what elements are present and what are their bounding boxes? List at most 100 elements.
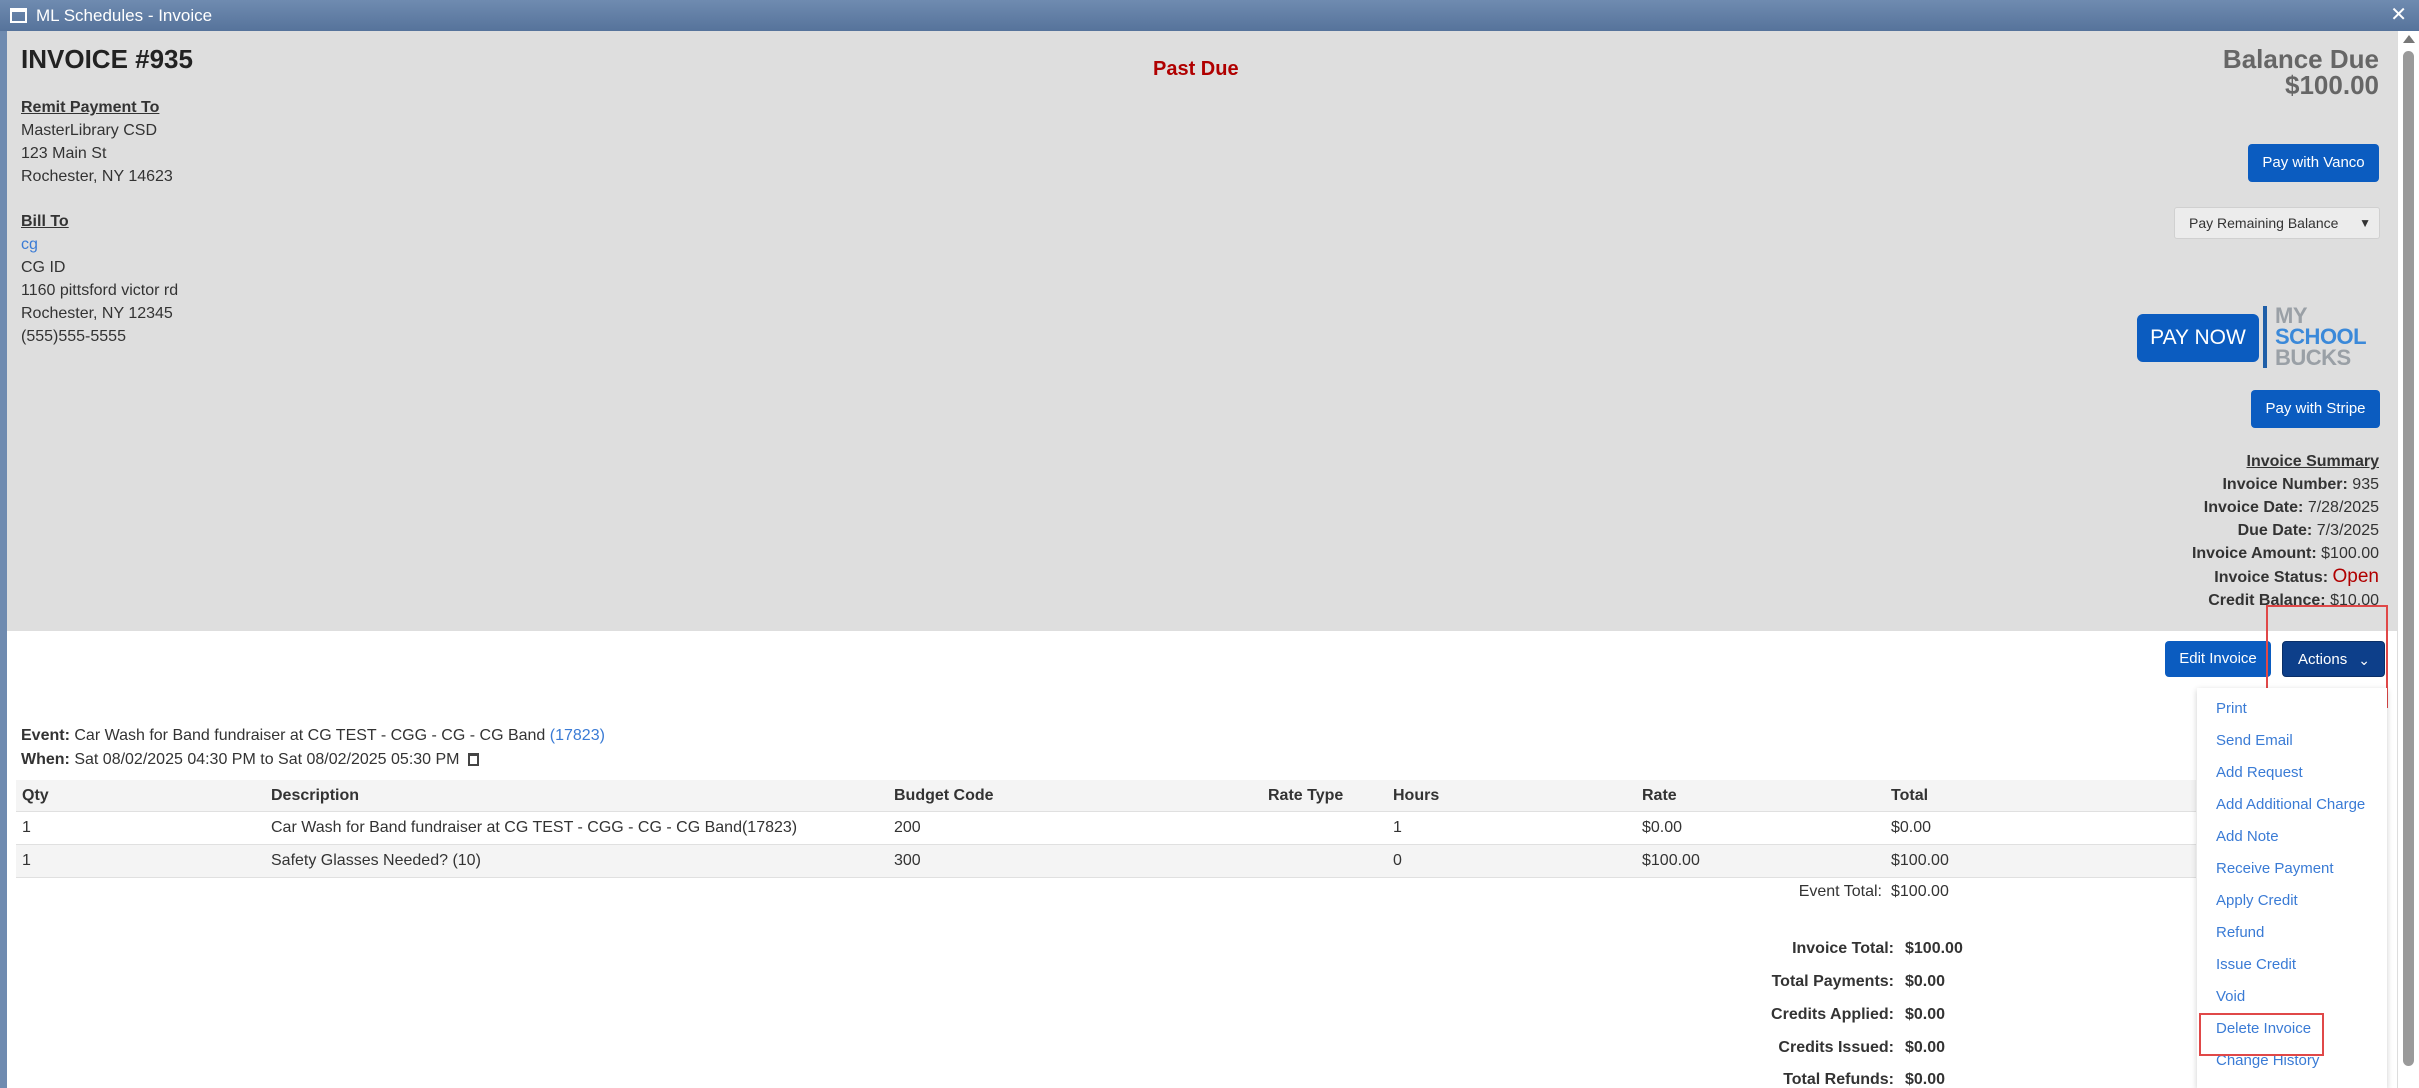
- due-date-value: 7/3/2025: [2316, 522, 2379, 539]
- bill-to-line: 1160 pittsford victor rd: [21, 282, 179, 299]
- bill-to-header: Bill To: [21, 213, 69, 230]
- column-header: Rate: [1642, 787, 1677, 804]
- bill-to-address: Bill To cg CG ID 1160 pittsford victor r…: [21, 210, 178, 348]
- totals-label: Credits Applied:: [1771, 1006, 1894, 1023]
- totals-row: Credits Applied: $0.00: [0, 1006, 2000, 1030]
- table-cell: 1: [1393, 819, 1402, 836]
- chevron-down-icon: ▼: [2359, 216, 2371, 230]
- pay-now-button[interactable]: PAY NOW: [2137, 314, 2259, 362]
- invoice-number-value: 935: [2352, 476, 2379, 493]
- totals-row: Credits Issued: $0.00: [0, 1039, 2000, 1063]
- table-cell: $0.00: [1891, 819, 1932, 836]
- trash-icon[interactable]: [467, 753, 479, 766]
- table-cell: 1: [22, 852, 31, 869]
- table-cell: Car Wash for Band fundraiser at CG TEST …: [271, 819, 798, 836]
- highlight-box-delete-invoice: [2199, 1013, 2324, 1056]
- pay-with-vanco-button[interactable]: Pay with Vanco: [2248, 144, 2379, 182]
- invoice-title: INVOICE #935: [21, 44, 193, 74]
- event-id-link[interactable]: (17823): [550, 727, 605, 744]
- logo-text-my: MY: [2275, 303, 2308, 328]
- totals-row: Total Refunds: $0.00: [0, 1071, 2000, 1088]
- menu-item-add-note[interactable]: Add Note: [2216, 828, 2279, 845]
- invoice-number-row: Invoice Number: 935: [2192, 473, 2379, 496]
- remit-line: 123 Main St: [21, 145, 107, 162]
- event-label: Event:: [21, 727, 70, 744]
- totals-row: Total Payments: $0.00: [0, 973, 2000, 997]
- table-cell: 1: [22, 819, 31, 836]
- column-header: Description: [271, 787, 360, 804]
- bill-to-line: Rochester, NY 12345: [21, 305, 173, 322]
- invoice-summary: Invoice Summary Invoice Number: 935 Invo…: [2192, 450, 2379, 612]
- remit-address: Remit Payment To MasterLibrary CSD 123 M…: [21, 96, 173, 188]
- menu-item-add-request[interactable]: Add Request: [2216, 764, 2303, 781]
- bill-to-name-link[interactable]: cg: [21, 233, 178, 256]
- invoice-number-label: Invoice Number:: [2222, 476, 2348, 493]
- menu-item-send-email[interactable]: Send Email: [2216, 732, 2293, 749]
- myschoolbucks-logo: MY SCHOOL BUCKS: [2263, 303, 2382, 370]
- event-total-label: Event Total:: [1798, 883, 1882, 900]
- menu-item-refund[interactable]: Refund: [2216, 924, 2264, 941]
- scrollbar-thumb[interactable]: [2403, 51, 2414, 1066]
- invoice-header-panel: [7, 31, 2397, 631]
- totals-row: Invoice Total: $100.00: [0, 940, 2000, 964]
- window-icon: [10, 8, 27, 23]
- invoice-amount-row: Invoice Amount: $100.00: [2192, 542, 2379, 565]
- window-frame-left: [0, 31, 7, 1088]
- invoice-amount-value: $100.00: [2321, 545, 2379, 562]
- totals-label: Total Refunds:: [1783, 1071, 1894, 1088]
- payment-amount-select-value: Pay Remaining Balance: [2189, 215, 2339, 231]
- menu-item-add-additional-charge[interactable]: Add Additional Charge: [2216, 796, 2365, 813]
- event-total-row: Event Total: $100.00: [0, 883, 2000, 907]
- table-row: 1 Car Wash for Band fundraiser at CG TES…: [16, 812, 2196, 845]
- table-cell: 0: [1393, 852, 1402, 869]
- when-text: Sat 08/02/2025 04:30 PM to Sat 08/02/202…: [74, 751, 460, 768]
- table-cell: $0.00: [1642, 819, 1683, 836]
- due-date-label: Due Date:: [2237, 522, 2313, 539]
- payment-amount-select[interactable]: Pay Remaining Balance ▼: [2174, 207, 2380, 239]
- event-total-value: $100.00: [1891, 883, 1949, 900]
- window-titlebar: ML Schedules - Invoice ✕: [0, 0, 2419, 31]
- table-row: 1 Safety Glasses Needed? (10) 300 0 $100…: [16, 845, 2196, 878]
- when-line: When: Sat 08/02/2025 04:30 PM to Sat 08/…: [21, 751, 479, 769]
- totals-label: Invoice Total:: [1792, 940, 1894, 957]
- menu-item-void[interactable]: Void: [2216, 988, 2245, 1005]
- invoice-amount-label: Invoice Amount:: [2191, 545, 2317, 562]
- invoice-status-row: Invoice Status: Open: [2192, 565, 2379, 589]
- totals-value: $0.00: [1905, 973, 1946, 990]
- totals-value: $0.00: [1905, 1039, 1946, 1056]
- table-cell: $100.00: [1891, 852, 1949, 869]
- invoice-status-value: Open: [2332, 566, 2379, 587]
- logo-text-bucks: BUCKS: [2275, 345, 2351, 370]
- close-icon[interactable]: ✕: [2390, 0, 2407, 31]
- edit-invoice-button[interactable]: Edit Invoice: [2165, 641, 2271, 677]
- totals-label: Credits Issued:: [1778, 1039, 1894, 1056]
- remit-line: MasterLibrary CSD: [21, 122, 158, 139]
- table-cell: 200: [894, 819, 921, 836]
- window-title: ML Schedules - Invoice: [36, 6, 213, 25]
- menu-item-issue-credit[interactable]: Issue Credit: [2216, 956, 2296, 973]
- menu-item-print[interactable]: Print: [2216, 700, 2247, 717]
- menu-item-receive-payment[interactable]: Receive Payment: [2216, 860, 2334, 877]
- table-cell: Safety Glasses Needed? (10): [271, 852, 481, 869]
- column-header: Total: [1891, 787, 1929, 804]
- menu-item-apply-credit[interactable]: Apply Credit: [2216, 892, 2298, 909]
- event-text: Car Wash for Band fundraiser at CG TEST …: [74, 727, 546, 744]
- table-cell: 300: [894, 852, 921, 869]
- remit-header: Remit Payment To: [21, 99, 160, 116]
- logo-text-school: SCHOOL: [2275, 324, 2367, 349]
- totals-value: $0.00: [1905, 1071, 1946, 1088]
- invoice-summary-header: Invoice Summary: [2246, 453, 2380, 470]
- bill-to-line: (555)555-5555: [21, 328, 126, 345]
- column-header: Qty: [22, 787, 49, 804]
- balance-due-value: $100.00: [2285, 70, 2379, 100]
- totals-value: $100.00: [1905, 940, 1963, 957]
- column-header: Hours: [1393, 787, 1440, 804]
- pay-with-stripe-button[interactable]: Pay with Stripe: [2251, 390, 2380, 428]
- scroll-up-arrow-icon[interactable]: [2403, 35, 2415, 43]
- column-header: Rate Type: [1268, 787, 1344, 804]
- invoice-date-value: 7/28/2025: [2307, 499, 2379, 516]
- totals-value: $0.00: [1905, 1006, 1946, 1023]
- column-header: Budget Code: [894, 787, 994, 804]
- vertical-scrollbar[interactable]: [2397, 31, 2419, 1088]
- invoice-status-label: Invoice Status:: [2214, 569, 2329, 586]
